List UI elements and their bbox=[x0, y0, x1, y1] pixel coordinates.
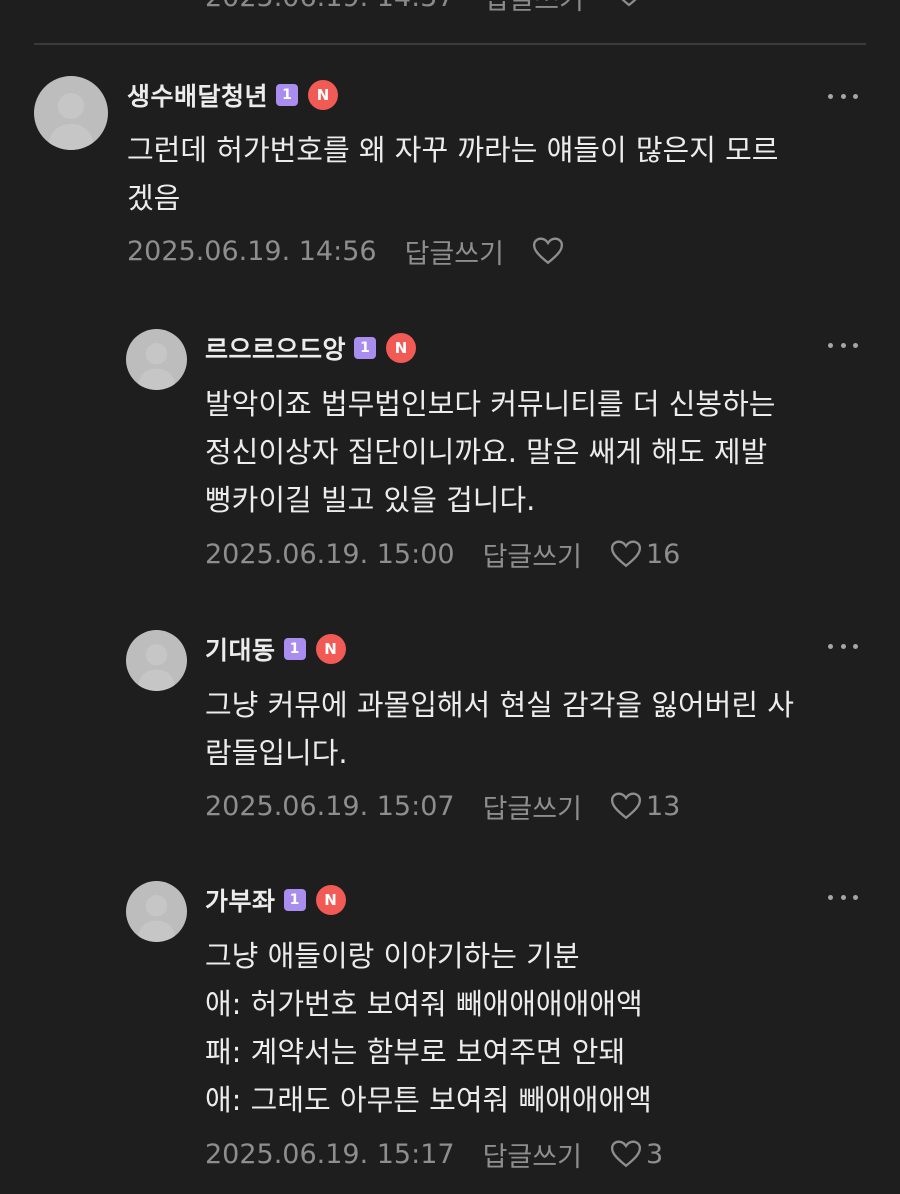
heart-icon bbox=[532, 237, 563, 265]
heart-icon bbox=[610, 540, 641, 568]
like-button[interactable] bbox=[532, 236, 568, 266]
nickname[interactable]: 르으르으드앙 bbox=[205, 330, 346, 366]
new-badge: N bbox=[315, 634, 346, 664]
avatar[interactable] bbox=[126, 881, 187, 942]
avatar[interactable] bbox=[126, 329, 187, 390]
comment-divider bbox=[34, 43, 866, 45]
comment-meta: 2025.06.19. 15:17 답글쓰기 3 bbox=[205, 1134, 663, 1174]
new-badge: N bbox=[315, 885, 346, 915]
level-badge: 1 bbox=[283, 889, 306, 911]
comment-header: 르으르으드앙 1 N bbox=[205, 328, 417, 368]
like-count: 13 bbox=[645, 790, 681, 822]
comment-date: 2025.06.19. 15:17 bbox=[205, 1138, 455, 1170]
comment-text: 그냥 커뮤에 과몰입해서 현실 감각을 잃어버린 사 람들입니다. bbox=[205, 688, 794, 770]
like-count: 3 bbox=[645, 1138, 664, 1170]
previous-comment-meta: 2025.06.19. 14:57 답글쓰기 bbox=[205, 0, 644, 16]
level-badge: 1 bbox=[354, 337, 377, 359]
comment-date: 2025.06.19. 15:07 bbox=[205, 790, 455, 822]
comment-header: 가부좌 1 N bbox=[205, 880, 346, 920]
like-button[interactable]: 3 bbox=[610, 1139, 663, 1170]
new-badge: N bbox=[308, 80, 339, 110]
reply-button[interactable]: 답글쓰기 bbox=[483, 535, 582, 574]
comment-meta: 2025.06.19. 15:07 답글쓰기 13 bbox=[205, 786, 680, 826]
comment-meta: 2025.06.19. 14:56 답글쓰기 bbox=[127, 231, 568, 271]
nickname[interactable]: 생수배달청년 bbox=[127, 77, 268, 113]
avatar[interactable] bbox=[126, 630, 187, 691]
comment-text: 발악이죠 법무법인보다 커뮤니티를 더 신봉하는 정신이상자 집단이니까요. 말… bbox=[205, 387, 776, 517]
more-options-icon[interactable] bbox=[828, 86, 858, 106]
more-options-icon[interactable] bbox=[828, 887, 858, 907]
comment-header: 생수배달청년 1 N bbox=[127, 75, 339, 115]
avatar[interactable] bbox=[34, 76, 108, 150]
comment-date: 2025.06.19. 14:56 bbox=[127, 235, 377, 267]
like-button[interactable]: 13 bbox=[610, 791, 680, 822]
comment-date: 2025.06.19. 15:00 bbox=[205, 538, 455, 570]
like-count: 16 bbox=[645, 538, 681, 570]
nickname[interactable]: 가부좌 bbox=[205, 882, 276, 918]
comment-date: 2025.06.19. 14:57 bbox=[205, 0, 455, 13]
default-avatar-icon bbox=[137, 895, 176, 942]
heart-icon bbox=[610, 1140, 641, 1168]
heart-icon bbox=[621, 0, 636, 6]
level-badge: 1 bbox=[276, 84, 299, 106]
heart-icon bbox=[610, 792, 641, 820]
comment-meta: 2025.06.19. 15:00 답글쓰기 16 bbox=[205, 534, 680, 574]
more-options-icon[interactable] bbox=[828, 335, 858, 355]
default-avatar-icon bbox=[48, 93, 94, 150]
comment-text: 그냥 애들이랑 이야기하는 기분 애: 허가번호 보여줘 빼애애애애애액 패: … bbox=[205, 939, 652, 1117]
reply-button[interactable]: 답글쓰기 bbox=[483, 1135, 582, 1174]
reply-button[interactable]: 답글쓰기 bbox=[485, 0, 584, 17]
comment-header: 기대동 1 N bbox=[205, 629, 346, 669]
more-options-icon[interactable] bbox=[828, 636, 858, 656]
level-badge: 1 bbox=[283, 638, 306, 660]
default-avatar-icon bbox=[137, 644, 176, 691]
comment-text: 그런데 허가번호를 왜 자꾸 까라는 얘들이 많은지 모르 겠음 bbox=[127, 133, 779, 215]
reply-button[interactable]: 답글쓰기 bbox=[483, 787, 582, 826]
new-badge: N bbox=[386, 333, 417, 363]
like-button[interactable] bbox=[614, 0, 644, 15]
reply-button[interactable]: 답글쓰기 bbox=[405, 232, 504, 271]
nickname[interactable]: 기대동 bbox=[205, 631, 276, 667]
default-avatar-icon bbox=[137, 343, 176, 390]
like-button[interactable]: 16 bbox=[610, 539, 680, 570]
